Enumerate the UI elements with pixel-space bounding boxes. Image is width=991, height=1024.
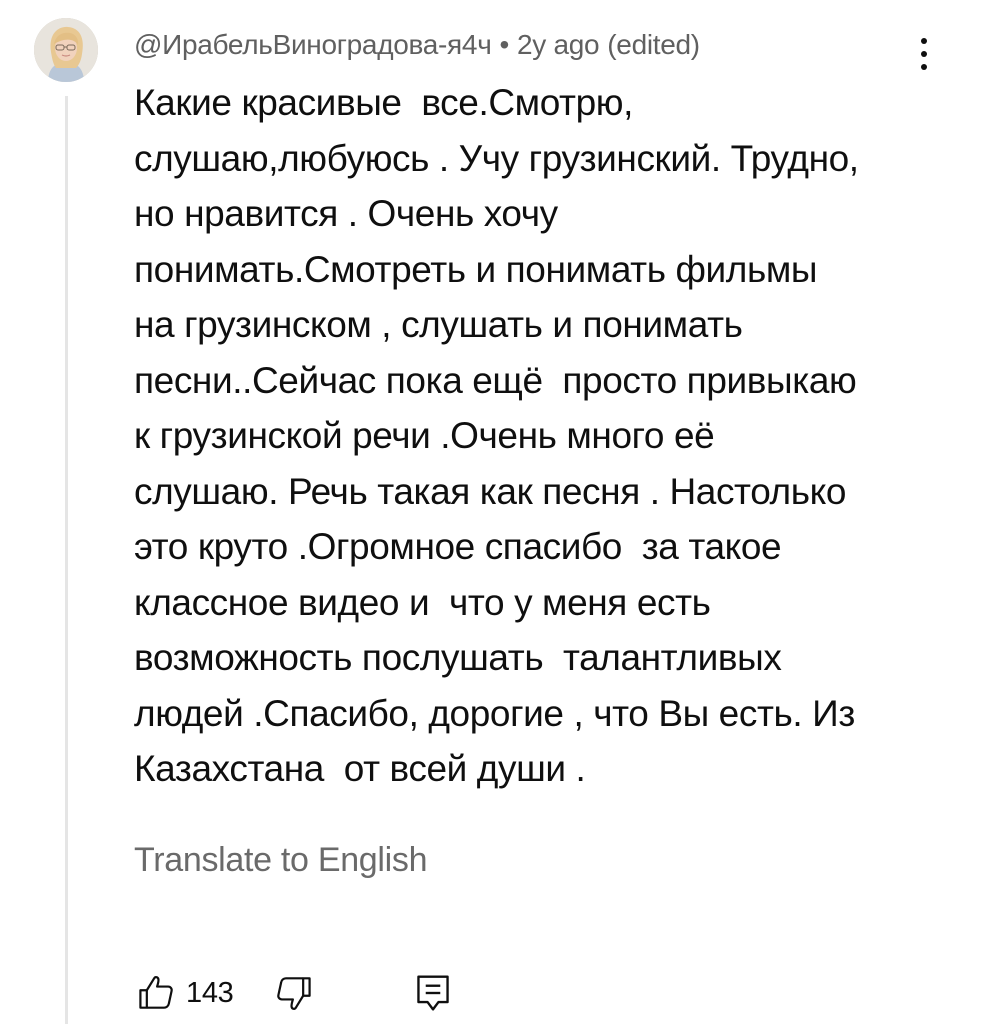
avatar[interactable] <box>34 18 98 82</box>
timestamp[interactable]: 2y ago <box>517 29 600 61</box>
comment-text: Какие красивые все.Смотрю, слушаю,любуюс… <box>134 82 859 789</box>
thumbs-down-icon <box>276 977 311 1010</box>
reply-button[interactable] <box>405 965 461 1021</box>
reply-comment-icon <box>416 975 449 1011</box>
thumbs-up-icon <box>139 976 173 1009</box>
author-name[interactable]: @ИрабельВиноградова-я4ч <box>134 29 492 61</box>
comment-actions: 143 <box>128 965 461 1021</box>
more-vertical-icon-dot <box>921 64 927 70</box>
comment-header: @ИрабельВиноградова-я4ч • 2y ago (edited… <box>134 27 700 63</box>
like-button[interactable] <box>128 965 184 1021</box>
more-vertical-icon-dot <box>921 38 927 44</box>
more-vertical-icon-dot <box>921 51 927 57</box>
comment-card: @ИрабельВиноградова-я4ч • 2y ago (edited… <box>0 0 991 1024</box>
edited-label: (edited) <box>607 29 700 60</box>
translate-button[interactable]: Translate to English <box>134 838 428 882</box>
thread-line <box>65 96 68 1024</box>
like-count: 143 <box>186 976 234 1009</box>
more-options-button[interactable] <box>904 28 944 80</box>
header-separator: • <box>499 29 509 60</box>
avatar-photo-icon <box>34 18 98 82</box>
dislike-button[interactable] <box>266 965 322 1021</box>
